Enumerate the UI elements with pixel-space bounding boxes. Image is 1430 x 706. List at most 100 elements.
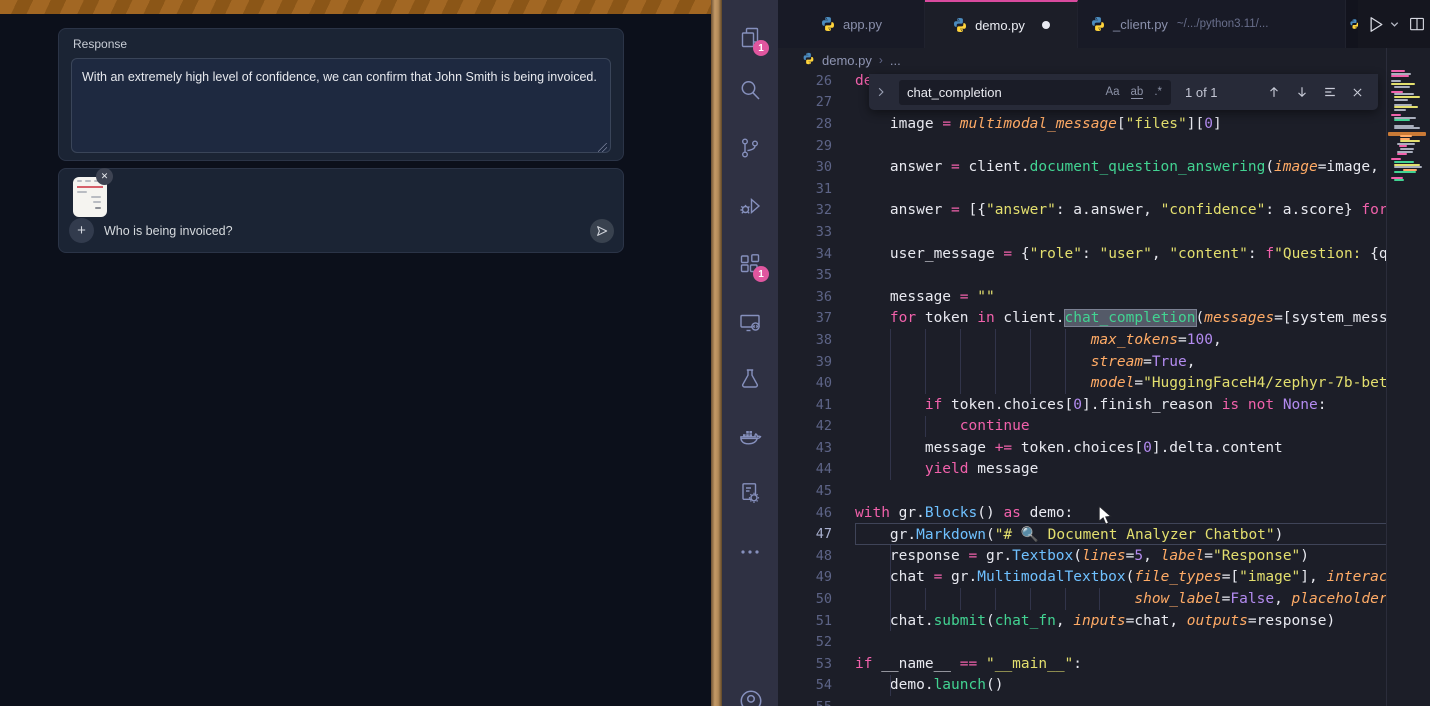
- activity-item-account[interactable]: [738, 688, 762, 706]
- line-number[interactable]: 34: [778, 246, 832, 262]
- code-line-30[interactable]: 30 answer = client.document_question_ans…: [778, 156, 1386, 178]
- code-lines[interactable]: 26def chat_fn(multimodal_message):2728 i…: [778, 70, 1386, 706]
- code-line-33[interactable]: 33: [778, 221, 1386, 243]
- code-text: answer = client.document_question_answer…: [855, 159, 1386, 175]
- code-line-47[interactable]: 47 gr.Markdown("# 🔍 Document Analyzer Ch…: [778, 523, 1386, 545]
- code-line-39[interactable]: 39 stream=True,: [778, 351, 1386, 373]
- breadcrumb-file[interactable]: demo.py: [822, 53, 872, 68]
- activity-item-testing[interactable]: [738, 367, 762, 391]
- code-line-49[interactable]: 49 chat = gr.MultimodalTextbox(file_type…: [778, 567, 1386, 589]
- resize-handle-icon[interactable]: [598, 143, 607, 152]
- line-number[interactable]: 39: [778, 354, 832, 370]
- line-number[interactable]: 32: [778, 202, 832, 218]
- line-number[interactable]: 31: [778, 181, 832, 197]
- line-number[interactable]: 38: [778, 332, 832, 348]
- toggle-replace-chevron-icon[interactable]: [869, 74, 893, 110]
- close-find-icon[interactable]: [1351, 86, 1364, 99]
- line-number[interactable]: 43: [778, 440, 832, 456]
- split-editor-icon[interactable]: [1408, 15, 1426, 33]
- find-in-selection-icon[interactable]: [1323, 85, 1337, 99]
- line-number[interactable]: 49: [778, 569, 832, 585]
- minimap-line: [1400, 140, 1420, 142]
- code-line-51[interactable]: 51 chat.submit(chat_fn, inputs=chat, out…: [778, 610, 1386, 632]
- add-file-button[interactable]: +: [69, 218, 94, 243]
- previous-match-button[interactable]: [1267, 85, 1281, 99]
- activity-item-source-control[interactable]: [738, 136, 762, 160]
- line-number[interactable]: 26: [778, 73, 832, 89]
- line-number[interactable]: 40: [778, 375, 832, 391]
- line-number[interactable]: 29: [778, 138, 832, 154]
- window-divider-sash[interactable]: [711, 0, 722, 706]
- tab-demo.py[interactable]: demo.py: [925, 0, 1078, 48]
- line-number[interactable]: 41: [778, 397, 832, 413]
- line-number[interactable]: 47: [778, 526, 832, 542]
- line-number[interactable]: 46: [778, 505, 832, 521]
- code-line-40[interactable]: 40 model="HuggingFaceH4/zephyr-7b-beta")…: [778, 372, 1386, 394]
- code-line-44[interactable]: 44 yield message: [778, 459, 1386, 481]
- activity-item-cpp-tools[interactable]: [738, 481, 762, 505]
- code-line-35[interactable]: 35: [778, 264, 1386, 286]
- code-line-38[interactable]: 38 max_tokens=100,: [778, 329, 1386, 351]
- code-line-55[interactable]: 55: [778, 696, 1386, 706]
- line-number[interactable]: 45: [778, 483, 832, 499]
- remove-attachment-button[interactable]: ✕: [96, 168, 113, 185]
- activity-item-extensions[interactable]: 1: [738, 252, 762, 276]
- regex-toggle[interactable]: .*: [1154, 86, 1162, 98]
- line-number[interactable]: 54: [778, 677, 832, 693]
- code-line-54[interactable]: 54 demo.launch(): [778, 675, 1386, 697]
- tab-app.py[interactable]: app.py: [778, 0, 925, 48]
- line-number[interactable]: 35: [778, 267, 832, 283]
- whole-word-toggle[interactable]: ab: [1131, 86, 1144, 99]
- line-number[interactable]: 55: [778, 699, 832, 706]
- code-line-36[interactable]: 36 message = "": [778, 286, 1386, 308]
- find-input[interactable]: [899, 85, 1064, 100]
- line-number[interactable]: 37: [778, 310, 832, 326]
- breadcrumb[interactable]: demo.py › ...: [778, 48, 1386, 72]
- activity-item-run-debug[interactable]: [738, 194, 762, 218]
- chat-message-text[interactable]: Who is being invoiced?: [104, 224, 233, 238]
- next-match-button[interactable]: [1295, 85, 1309, 99]
- code-line-43[interactable]: 43 message += token.choices[0].delta.con…: [778, 437, 1386, 459]
- line-number[interactable]: 51: [778, 613, 832, 629]
- line-number[interactable]: 50: [778, 591, 832, 607]
- line-number[interactable]: 33: [778, 224, 832, 240]
- modified-dot-icon[interactable]: [1042, 21, 1050, 29]
- line-number[interactable]: 30: [778, 159, 832, 175]
- code-line-29[interactable]: 29: [778, 135, 1386, 157]
- code-line-37[interactable]: 37 for token in client.chat_completion(m…: [778, 308, 1386, 330]
- activity-item-search[interactable]: [738, 78, 762, 102]
- run-dropdown-chevron-icon[interactable]: [1389, 19, 1400, 30]
- line-number[interactable]: 36: [778, 289, 832, 305]
- activity-item-more[interactable]: [738, 540, 762, 564]
- activity-item-docker[interactable]: [738, 425, 762, 449]
- code-line-50[interactable]: 50 show_label=False, placeholder=": [778, 588, 1386, 610]
- code-line-41[interactable]: 41 if token.choices[0].finish_reason is …: [778, 394, 1386, 416]
- code-line-48[interactable]: 48 response = gr.Textbox(lines=5, label=…: [778, 545, 1386, 567]
- line-number[interactable]: 53: [778, 656, 832, 672]
- breadcrumb-rest[interactable]: ...: [890, 53, 901, 68]
- code-line-53[interactable]: 53if __name__ == "__main__":: [778, 653, 1386, 675]
- code-line-52[interactable]: 52: [778, 631, 1386, 653]
- send-button[interactable]: [590, 219, 614, 243]
- code-line-32[interactable]: 32 answer = [{"answer": a.answer, "confi…: [778, 200, 1386, 222]
- code-line-28[interactable]: 28 image = multimodal_message["files"][0…: [778, 113, 1386, 135]
- code-line-46[interactable]: 46with gr.Blocks() as demo:: [778, 502, 1386, 524]
- match-case-toggle[interactable]: Aa: [1105, 86, 1119, 98]
- tab-_client.py[interactable]: _client.py~/.../python3.11/...: [1078, 0, 1346, 48]
- code-line-42[interactable]: 42 continue: [778, 416, 1386, 438]
- line-number[interactable]: 44: [778, 461, 832, 477]
- activity-item-explorer[interactable]: 1: [738, 26, 762, 50]
- minimap[interactable]: [1386, 48, 1430, 706]
- line-number[interactable]: 48: [778, 548, 832, 564]
- code-editor[interactable]: 26def chat_fn(multimodal_message):2728 i…: [778, 72, 1430, 706]
- code-line-45[interactable]: 45: [778, 480, 1386, 502]
- line-number[interactable]: 52: [778, 634, 832, 650]
- line-number[interactable]: 28: [778, 116, 832, 132]
- response-textarea[interactable]: With an extremely high level of confiden…: [71, 58, 611, 153]
- code-line-31[interactable]: 31: [778, 178, 1386, 200]
- activity-item-remote-explorer[interactable]: [738, 310, 762, 334]
- code-line-34[interactable]: 34 user_message = {"role": "user", "cont…: [778, 243, 1386, 265]
- line-number[interactable]: 27: [778, 94, 832, 110]
- run-button[interactable]: [1366, 15, 1385, 34]
- line-number[interactable]: 42: [778, 418, 832, 434]
